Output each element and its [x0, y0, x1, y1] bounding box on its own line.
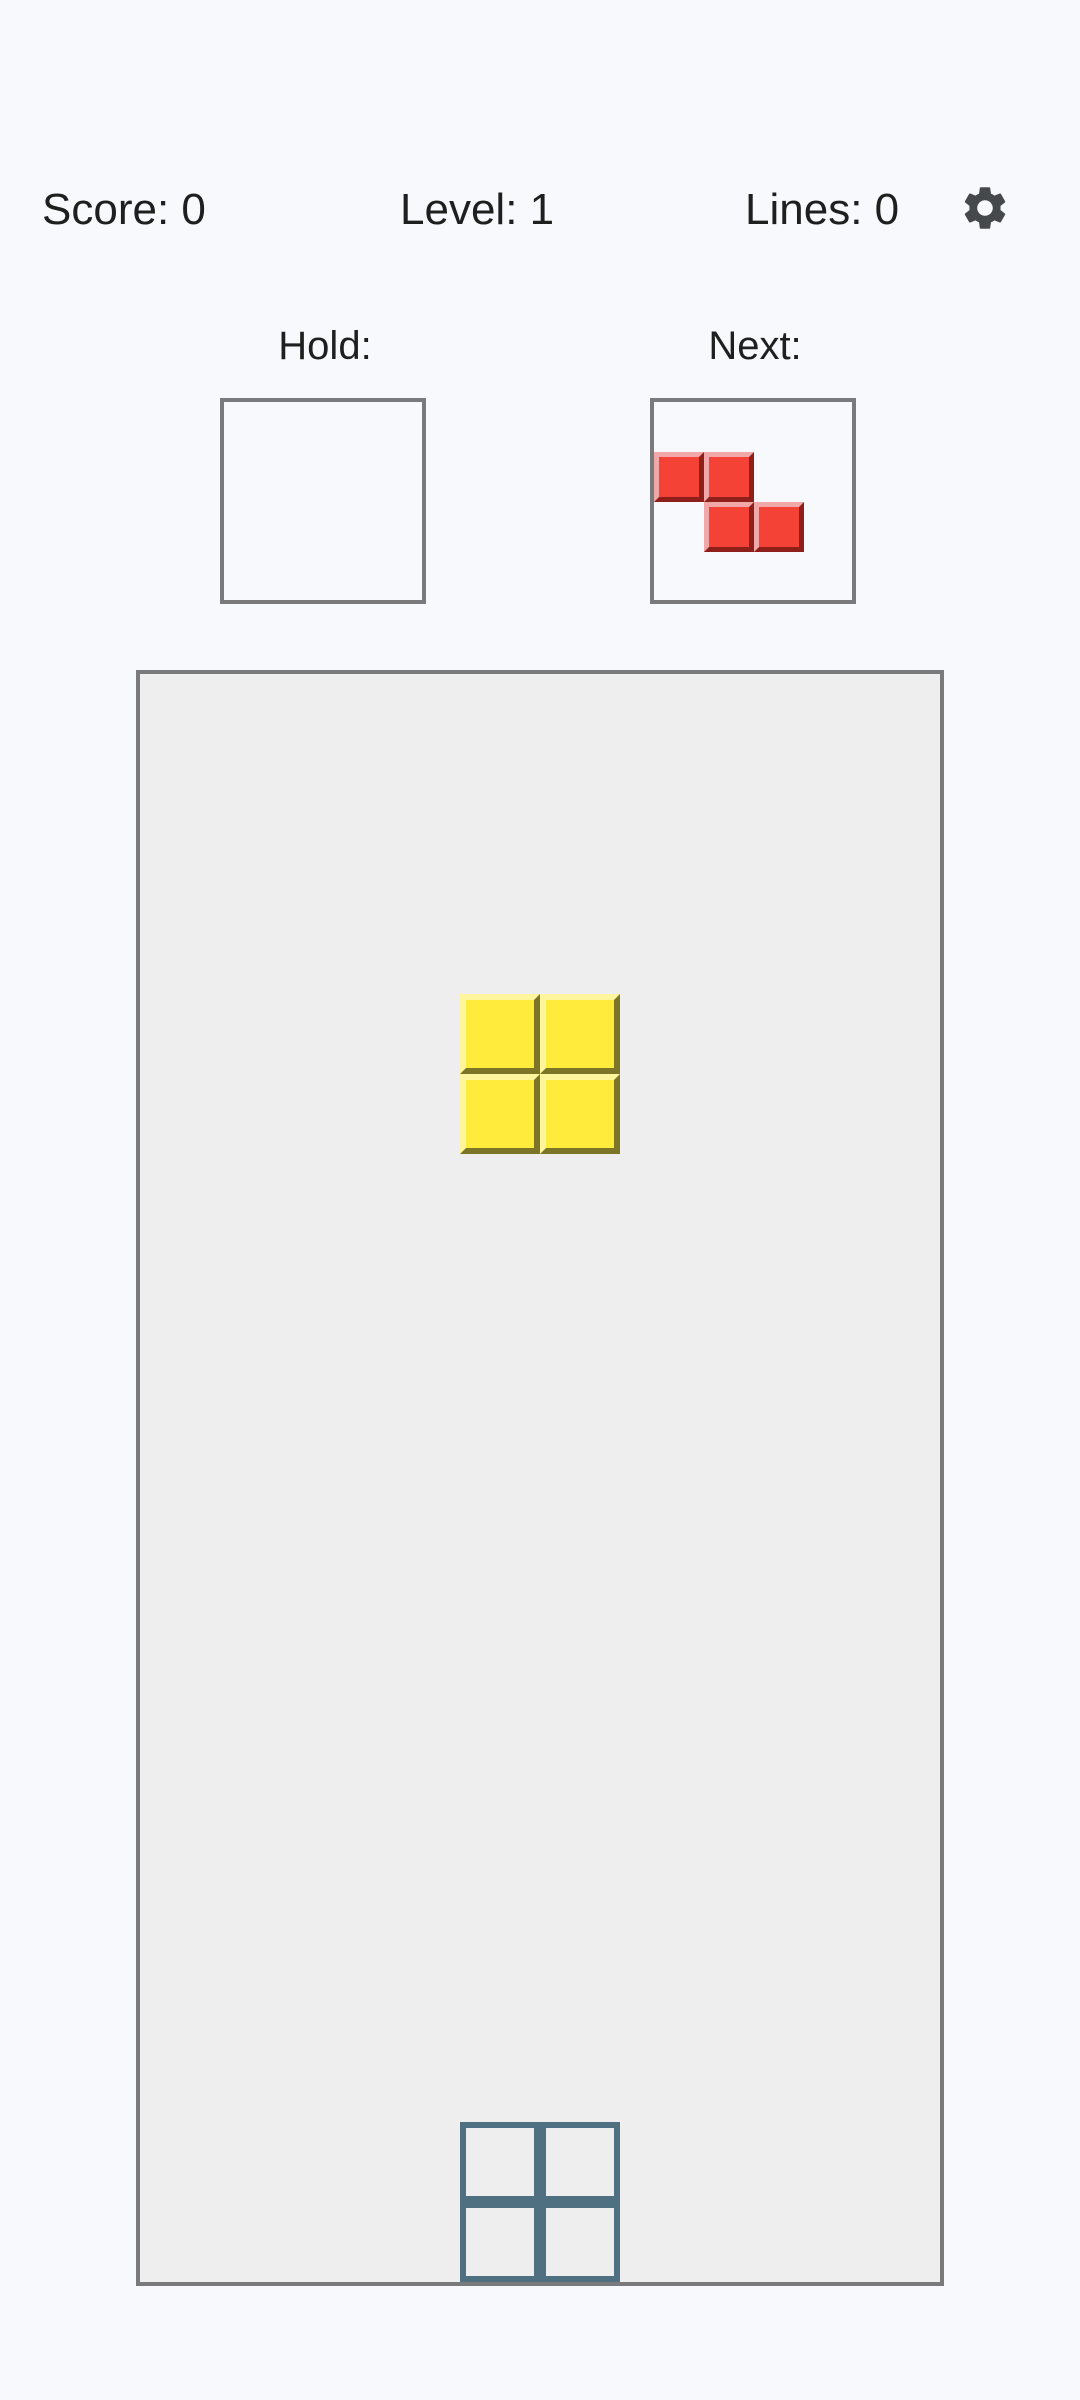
next-piece-box [650, 398, 856, 604]
active-piece-block [460, 1074, 540, 1154]
next-piece-block [704, 452, 754, 502]
next-piece-block [654, 452, 704, 502]
active-piece-block [540, 1074, 620, 1154]
active-piece-block [540, 994, 620, 1074]
gear-icon [959, 182, 1011, 239]
level-text: Level: 1 [400, 185, 555, 234]
ghost-piece-block [460, 2122, 540, 2202]
ghost-piece-block [540, 2202, 620, 2282]
next-label: Next: [708, 324, 802, 368]
next-piece-block [754, 502, 804, 552]
ghost-piece-block [460, 2202, 540, 2282]
hold-label: Hold: [278, 324, 372, 368]
active-piece-block [460, 994, 540, 1074]
game-board[interactable] [136, 670, 944, 2286]
settings-button[interactable] [955, 180, 1015, 240]
score-text: Score: 0 [42, 185, 206, 234]
hold-box[interactable] [220, 398, 426, 604]
ghost-piece-block [540, 2122, 620, 2202]
next-piece-block [704, 502, 754, 552]
lines-text: Lines: 0 [745, 185, 900, 234]
tetris-app: Score: 0 Level: 1 Lines: 0 Hold: Next: [0, 0, 1080, 2400]
